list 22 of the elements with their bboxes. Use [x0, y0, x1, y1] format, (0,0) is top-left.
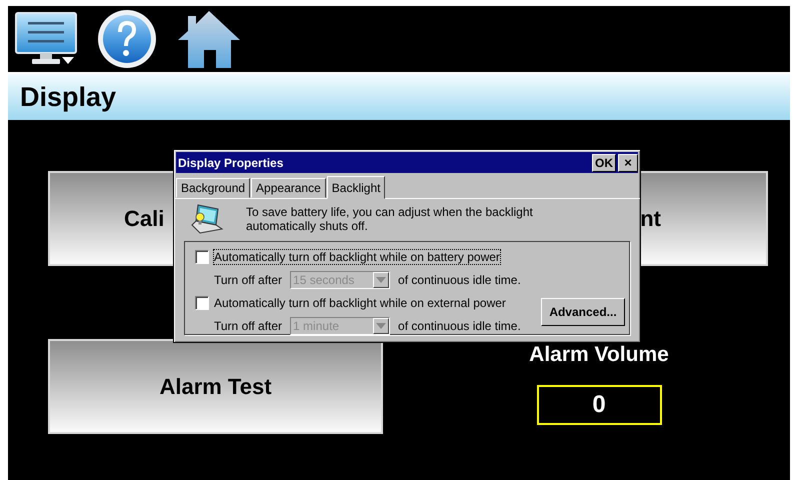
tab[interactable]: Appearance — [251, 178, 326, 198]
page-title: Display — [20, 82, 116, 112]
turn-off-label: Turn off after — [214, 319, 282, 333]
monitor-menu-icon[interactable] — [14, 11, 78, 67]
tab[interactable]: Backlight — [326, 176, 386, 199]
description-text: To save battery life, you can adjust when the backlight automatically shuts off. — [246, 205, 534, 233]
alarm-volume-label: Alarm Volume — [529, 343, 669, 367]
alarm-volume-field[interactable]: 0 — [536, 385, 662, 425]
ok-button[interactable]: OK — [592, 154, 616, 172]
close-button[interactable]: × — [618, 154, 638, 172]
dialog-title: Display Properties — [178, 156, 284, 170]
help-icon[interactable] — [96, 8, 158, 70]
turn-off-label: Turn off after — [214, 273, 282, 287]
advanced-button[interactable]: Advanced... — [541, 298, 625, 326]
tab[interactable]: Background — [176, 178, 250, 198]
idle-time-label: of continuous idle time. — [398, 319, 521, 333]
alarm-test-button[interactable]: Alarm Test — [48, 339, 383, 434]
dropdown-arrow-icon — [376, 323, 386, 329]
idle-time-label: of continuous idle time. — [398, 273, 521, 287]
laptop-lightbulb-icon — [190, 203, 224, 235]
home-icon[interactable] — [176, 8, 242, 70]
dropdown-arrow-icon — [376, 277, 386, 283]
